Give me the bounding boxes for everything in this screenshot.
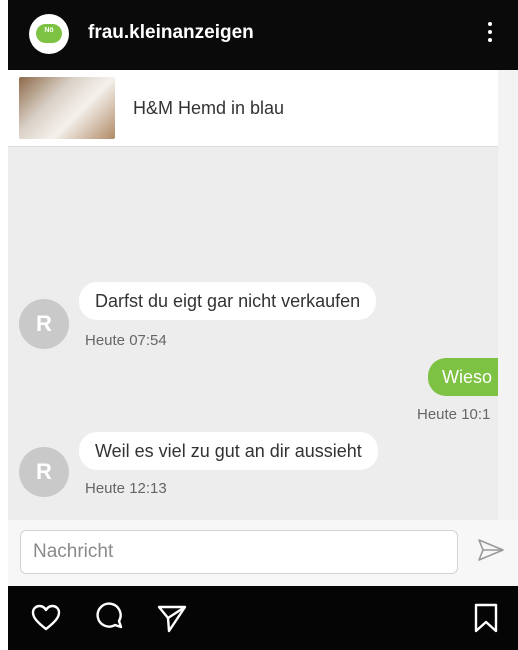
avatar-logo-text: Nö [44,27,54,34]
message-bubble-incoming: Darfst du eigt gar nicht verkaufen [79,282,377,320]
screen: Nö frau.kleinanzeigen H&M Hemd in blau R… [8,0,518,650]
message-input-box[interactable] [20,530,458,574]
account-avatar[interactable]: Nö [29,14,69,54]
message-time: Heute 12:13 [85,480,167,497]
account-name[interactable]: frau.kleinanzeigen [88,22,254,44]
bookmark-icon[interactable] [470,602,502,634]
sender-avatar: R [19,447,69,497]
edge-strip [498,70,518,520]
message-bubble-outgoing: Wieso [428,358,498,396]
message-input[interactable] [31,531,435,573]
logo-bubble-icon: Nö [36,24,62,43]
chat-area: H&M Hemd in blau R Darfst du eigt gar ni… [8,70,498,520]
more-vertical-icon[interactable] [485,22,495,46]
heart-icon[interactable] [30,602,62,634]
message-composer [8,520,518,586]
listing-title: H&M Hemd in blau [133,98,285,118]
sender-avatar: R [19,299,69,349]
share-icon[interactable] [156,602,188,634]
comment-icon[interactable] [94,602,126,634]
message-bubble-incoming: Weil es viel zu gut an dir aussieht [79,432,378,470]
post-header: Nö frau.kleinanzeigen [8,0,518,70]
post-actions-bar [8,586,518,650]
send-icon[interactable] [476,536,506,566]
message-time: Heute 10:1 [417,406,491,423]
message-time: Heute 07:54 [85,332,167,349]
listing-card[interactable]: H&M Hemd in blau [8,70,498,147]
listing-thumbnail [19,77,115,139]
